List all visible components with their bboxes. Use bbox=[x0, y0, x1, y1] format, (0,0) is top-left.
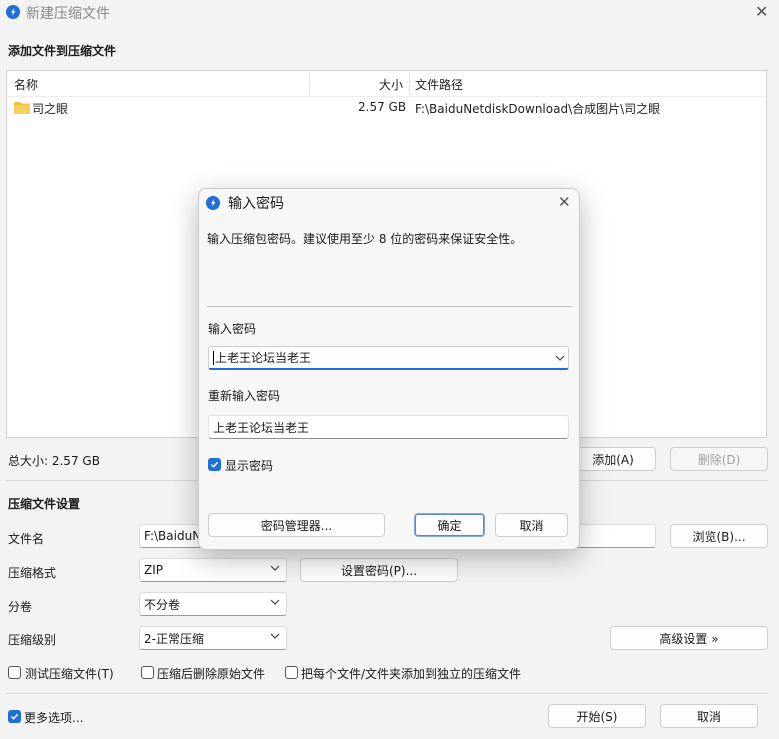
confirm-password-input[interactable]: 上老王论坛当老王 bbox=[208, 415, 569, 439]
folder-icon bbox=[14, 102, 30, 114]
test-archive-label: 测试压缩文件(T) bbox=[25, 667, 114, 681]
text-caret bbox=[213, 350, 214, 365]
table-row[interactable]: 司之眼 2.57 GB F:\BaiduNetdiskDownload\合成图片… bbox=[7, 97, 766, 119]
file-size: 2.57 GB bbox=[358, 100, 407, 114]
checkmark-icon bbox=[10, 713, 19, 720]
divider bbox=[207, 306, 572, 307]
password-label: 输入密码 bbox=[208, 322, 257, 336]
password-dialog: 输入密码 ✕ 输入压缩包密码。建议使用至少 8 位的密码来保证安全性。 输入密码… bbox=[198, 188, 580, 550]
window-title: 新建压缩文件 bbox=[26, 6, 110, 22]
window-titlebar: 新建压缩文件 ✕ bbox=[0, 0, 779, 26]
browse-button[interactable]: 浏览(B)... bbox=[670, 524, 768, 548]
column-header-size[interactable]: 大小 bbox=[379, 76, 403, 93]
column-divider[interactable] bbox=[309, 73, 310, 95]
format-select-value: ZIP bbox=[144, 563, 163, 577]
more-options-label: 更多选项... bbox=[24, 711, 84, 725]
dialog-ok-button[interactable]: 确定 bbox=[414, 513, 485, 537]
level-select[interactable]: 2-正常压缩 bbox=[139, 626, 287, 650]
dialog-description: 输入压缩包密码。建议使用至少 8 位的密码来保证安全性。 bbox=[207, 232, 523, 246]
chevron-down-icon bbox=[270, 565, 280, 571]
app-logo-icon bbox=[206, 196, 220, 210]
level-select-value: 2-正常压缩 bbox=[144, 631, 204, 646]
more-options-checkbox[interactable] bbox=[8, 710, 21, 723]
total-size-label: 总大小: 2.57 GB bbox=[8, 454, 100, 468]
app-logo-icon bbox=[6, 5, 20, 19]
dialog-title: 输入密码 bbox=[228, 196, 284, 212]
show-password-checkbox[interactable] bbox=[208, 458, 221, 471]
start-button[interactable]: 开始(S) bbox=[548, 704, 646, 728]
add-files-heading: 添加文件到压缩文件 bbox=[8, 44, 117, 58]
dialog-cancel-button[interactable]: 取消 bbox=[495, 513, 568, 537]
format-select[interactable]: ZIP bbox=[139, 558, 287, 582]
add-button[interactable]: 添加(A) bbox=[570, 447, 656, 471]
chevron-down-icon[interactable] bbox=[555, 353, 565, 363]
password-manager-button[interactable]: 密码管理器... bbox=[208, 513, 385, 537]
delete-after-label: 压缩后删除原始文件 bbox=[157, 667, 266, 681]
column-header-name[interactable]: 名称 bbox=[14, 76, 38, 93]
dialog-close-icon[interactable]: ✕ bbox=[558, 193, 571, 211]
settings-heading: 压缩文件设置 bbox=[8, 497, 81, 511]
file-list-header: 名称 大小 文件路径 bbox=[7, 71, 766, 97]
divider bbox=[6, 693, 768, 694]
delete-after-checkbox[interactable] bbox=[141, 666, 154, 679]
cancel-button[interactable]: 取消 bbox=[660, 704, 758, 728]
volume-select[interactable]: 不分卷 bbox=[139, 592, 287, 616]
chevron-down-icon bbox=[270, 633, 280, 639]
set-password-button[interactable]: 设置密码(P)... bbox=[300, 558, 458, 582]
test-archive-checkbox[interactable] bbox=[8, 666, 21, 679]
volume-select-value: 不分卷 bbox=[144, 597, 181, 612]
format-label: 压缩格式 bbox=[8, 566, 57, 580]
confirm-password-label: 重新输入密码 bbox=[208, 389, 281, 403]
separate-archives-checkbox[interactable] bbox=[285, 666, 298, 679]
password-input-value: 上老王论坛当老王 bbox=[215, 351, 312, 365]
filename-label: 文件名 bbox=[8, 532, 45, 546]
column-divider[interactable] bbox=[409, 73, 410, 95]
window-close-icon[interactable]: ✕ bbox=[755, 2, 768, 21]
level-label: 压缩级别 bbox=[8, 633, 57, 647]
chevron-down-icon bbox=[270, 599, 280, 605]
advanced-settings-button[interactable]: 高级设置 » bbox=[610, 626, 768, 650]
show-password-label: 显示密码 bbox=[225, 459, 274, 473]
file-path: F:\BaiduNetdiskDownload\合成图片\司之眼 bbox=[415, 102, 661, 116]
checkmark-icon bbox=[210, 461, 219, 468]
delete-button[interactable]: 删除(D) bbox=[670, 447, 768, 471]
file-name: 司之眼 bbox=[32, 102, 69, 116]
volume-label: 分卷 bbox=[8, 600, 33, 614]
separate-archives-label: 把每个文件/文件夹添加到独立的压缩文件 bbox=[301, 667, 522, 681]
column-header-path[interactable]: 文件路径 bbox=[415, 76, 463, 93]
password-input[interactable]: 上老王论坛当老王 bbox=[208, 346, 569, 370]
